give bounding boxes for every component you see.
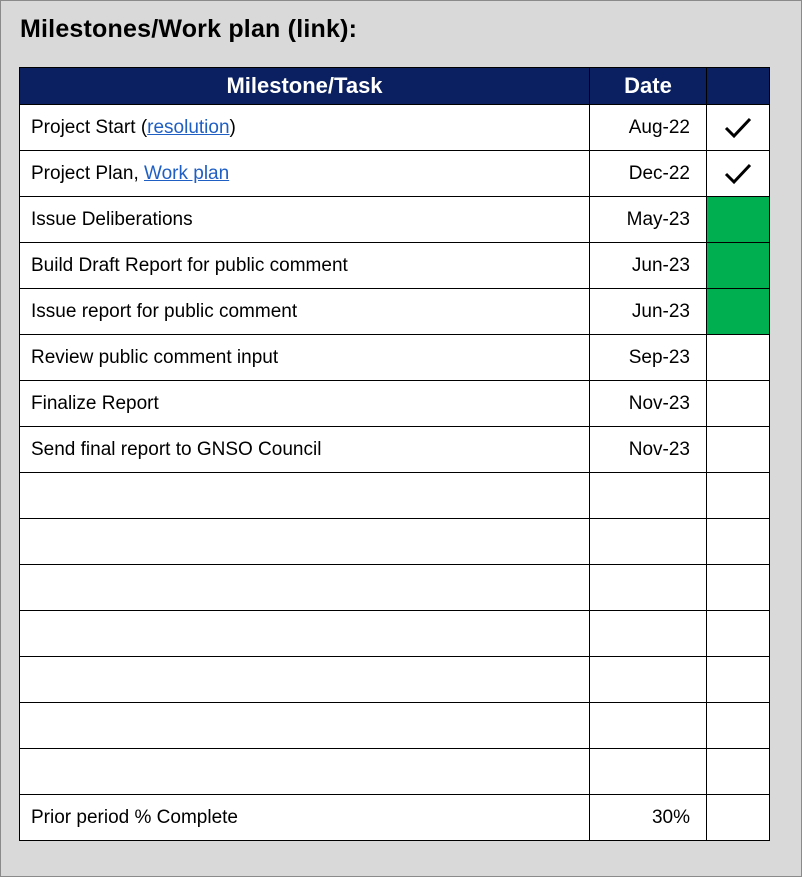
date-cell [589,610,707,657]
task-cell: Review public comment input [19,334,590,381]
resolution-link[interactable]: resolution [147,117,229,138]
table-row [19,564,770,611]
task-cell [19,702,590,749]
table-row: Send final report to GNSO Council Nov-23 [19,426,770,473]
status-cell [706,380,770,427]
status-cell [706,702,770,749]
date-cell [589,656,707,703]
status-complete-cell [706,288,770,335]
status-cell [706,426,770,473]
date-cell [589,518,707,565]
date-cell: Jun-23 [589,288,707,335]
task-cell: Project Plan, Work plan [19,150,590,197]
date-cell: Sep-23 [589,334,707,381]
task-cell [19,472,590,519]
checkmark-icon [724,163,752,184]
task-cell: Issue Deliberations [19,196,590,243]
header-status [706,67,770,105]
date-cell [589,748,707,795]
table-row [19,472,770,519]
status-cell [706,748,770,795]
task-cell [19,518,590,565]
task-cell [19,656,590,703]
status-cell [706,656,770,703]
footer-row: Prior period % Complete 30% [19,794,770,841]
table-row: Project Start (resolution) Aug-22 [19,104,770,151]
date-cell: Nov-23 [589,380,707,427]
status-cell [706,564,770,611]
date-cell: Jun-23 [589,242,707,289]
milestones-panel: Milestones/Work plan (link): Milestone/T… [0,0,802,877]
work-plan-link[interactable]: Work plan [144,163,229,184]
task-text: ) [229,116,236,138]
date-cell [589,702,707,749]
milestones-table: Milestone/Task Date Project Start (resol… [19,67,770,841]
status-cell [706,794,770,841]
table-row [19,656,770,703]
prior-period-value: 30% [589,794,707,841]
task-cell: Issue report for public comment [19,288,590,335]
table-row [19,748,770,795]
task-cell [19,564,590,611]
table-row: Project Plan, Work plan Dec-22 [19,150,770,197]
table-row: Build Draft Report for public comment Ju… [19,242,770,289]
task-cell [19,610,590,657]
task-text: Project Plan, [31,162,144,184]
header-task: Milestone/Task [19,67,590,105]
date-cell: Nov-23 [589,426,707,473]
date-cell [589,472,707,519]
task-cell: Finalize Report [19,380,590,427]
task-cell: Project Start (resolution) [19,104,590,151]
table-row [19,610,770,657]
table-row: Issue report for public comment Jun-23 [19,288,770,335]
panel-title: Milestones/Work plan (link): [20,15,358,43]
task-cell [19,748,590,795]
status-cell [706,104,770,151]
table-row [19,518,770,565]
status-complete-cell [706,242,770,289]
table-row: Finalize Report Nov-23 [19,380,770,427]
table-header-row: Milestone/Task Date [19,67,770,105]
status-cell [706,150,770,197]
date-cell: Aug-22 [589,104,707,151]
table-row [19,702,770,749]
status-complete-cell [706,196,770,243]
date-cell: Dec-22 [589,150,707,197]
status-cell [706,610,770,657]
prior-period-label: Prior period % Complete [19,794,590,841]
status-cell [706,472,770,519]
status-cell [706,518,770,565]
table-row: Review public comment input Sep-23 [19,334,770,381]
date-cell [589,564,707,611]
task-text: Project Start ( [31,116,148,138]
task-cell: Send final report to GNSO Council [19,426,590,473]
header-date: Date [589,67,707,105]
status-cell [706,334,770,381]
checkmark-icon [724,117,752,138]
table-row: Issue Deliberations May-23 [19,196,770,243]
task-cell: Build Draft Report for public comment [19,242,590,289]
date-cell: May-23 [589,196,707,243]
